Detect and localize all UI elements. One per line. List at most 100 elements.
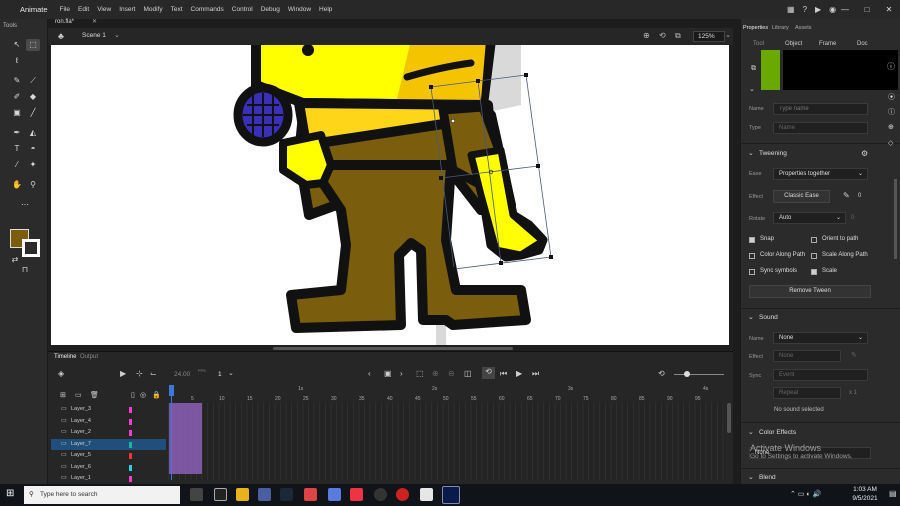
stage-canvas[interactable] [51,45,729,345]
play-icon[interactable]: ▶ [516,369,522,378]
panel-icon[interactable]: ⓘ [888,107,895,117]
sound-sync-select[interactable]: Event [773,369,868,381]
tweening-collapse-icon[interactable]: ⌄ [748,149,754,157]
tab-properties[interactable]: Properties [743,25,768,31]
effect-amount[interactable]: 0 [858,193,861,199]
sound-repeat-count[interactable]: x 1 [849,390,857,396]
checkbox[interactable] [811,237,817,243]
text-tool-icon[interactable]: T [10,143,24,155]
playhead[interactable] [169,385,174,480]
checkbox[interactable] [749,269,755,275]
remove-tween-button[interactable]: Remove Tween [749,285,871,298]
taskbar-search[interactable]: ⚲ Type here to search [24,486,180,504]
ease-select[interactable]: Properties together ⌄ [773,168,868,180]
eyedropper-tool-icon[interactable]: ⁄ [10,159,24,171]
chevron-down-icon[interactable]: ⌄ [749,85,755,93]
app-icon[interactable] [214,488,227,501]
store-icon[interactable] [420,488,433,501]
delete-layer-icon[interactable]: 🗑 [90,391,99,399]
layer-row[interactable]: ▭ Layer_6 [51,462,166,473]
help-icon[interactable]: ? [803,5,807,14]
close-tab-icon[interactable]: ✕ [92,18,97,25]
layer-color-chip[interactable] [129,464,132,471]
subselection-tool-icon[interactable]: ⬚ [26,39,40,51]
layer-row[interactable]: ▭ Layer_4 [51,416,166,427]
checkbox[interactable] [749,237,755,243]
more-tools-icon[interactable]: ⋯ [18,199,32,211]
color-effects-collapse-icon[interactable]: ⌄ [748,428,754,436]
test-movie-icon[interactable]: ▶ [815,5,821,14]
layer-row[interactable]: ▭ Layer_2 [51,427,166,438]
step-back-icon[interactable]: ⏮ [500,369,507,379]
zoom-tool-icon[interactable]: ⚲ [26,179,40,191]
menu-control[interactable]: Control [228,6,257,13]
camera-icon[interactable]: ▶ [120,369,126,378]
switcher-icon[interactable]: ▦ [787,5,795,14]
menu-window[interactable]: Window [284,6,315,13]
pencil-tool-icon[interactable]: ✎ [10,75,24,87]
rectangle-tool-icon[interactable]: ▣ [10,107,24,119]
visibility-toggle-icon[interactable]: ◎ [140,391,146,399]
bucket-tool-icon[interactable]: ◭ [26,127,40,139]
panel-icon[interactable]: ⦿ [888,92,895,102]
label-type-select[interactable]: Name [773,122,868,134]
snap-icon[interactable]: ⊕ [643,31,650,40]
properties-scrollbar[interactable] [894,179,897,259]
tab-output[interactable]: Output [80,354,98,360]
current-frame[interactable]: 1 [218,371,222,378]
task-view-icon[interactable] [190,488,203,501]
sound-name-select[interactable]: None ⌄ [773,332,868,344]
layer-color-chip[interactable] [129,407,132,413]
zoom-slider-handle[interactable] [684,371,690,377]
info-icon[interactable]: ⓘ [887,61,895,72]
layer-color-chip[interactable] [129,441,132,448]
sound-effect-select[interactable]: None [773,350,841,362]
close-button[interactable]: ✕ [878,5,900,14]
pin-tool-icon[interactable]: ✦ [26,159,40,171]
document-tab[interactable]: ron.fla* [55,19,74,25]
animate-taskbar-icon[interactable] [442,486,460,504]
minimize-button[interactable]: — [834,5,856,14]
system-tray-icons[interactable]: ⌃ ▭ ◐ 🔊 [790,490,821,498]
clock-time[interactable]: 1:03 AM [845,486,885,493]
sound-repeat-select[interactable]: Repeat [773,387,841,399]
tab-library[interactable]: Library [772,25,789,31]
app-icon[interactable] [258,488,271,501]
layer-color-chip[interactable] [129,453,132,459]
menu-view[interactable]: View [93,6,115,13]
selection-tool-icon[interactable]: ↖ [10,39,24,51]
layer-row[interactable]: ▭ Layer_1 [51,473,166,484]
effect-button[interactable]: Classic Ease [773,190,830,203]
file-explorer-icon[interactable] [236,488,249,501]
notification-icon[interactable]: ▤ [889,489,897,498]
tab-timeline[interactable]: Timeline [54,354,76,360]
layer-row[interactable]: ▭ Layer_5 [51,450,166,461]
frame-dropdown-icon[interactable]: ⌄ [228,369,234,377]
line-tool-icon[interactable]: ╱ [26,107,40,119]
fps-value[interactable]: 24.00 [174,371,190,378]
chevron-down-icon[interactable]: ⌄ [114,31,120,39]
app-icon[interactable] [350,488,363,501]
timeline-vertical-scrollbar[interactable] [727,403,731,433]
outline-toggle-icon[interactable]: ▯ [131,391,135,399]
menu-file[interactable]: File [56,6,74,13]
app-icon[interactable] [304,488,317,501]
menu-text[interactable]: Text [167,6,187,13]
checkbox[interactable] [811,253,817,259]
menu-debug[interactable]: Debug [257,6,284,13]
maximize-button[interactable]: □ [856,5,878,14]
zoom-dropdown-icon[interactable]: ⌄ [725,31,731,39]
edit-ease-icon[interactable]: ✎ [843,191,850,200]
menu-insert[interactable]: Insert [115,6,139,13]
prev-keyframe-icon[interactable]: ‹ [368,369,371,378]
panel-icon[interactable]: ⊕ [888,123,894,131]
insert-blank-icon[interactable]: ⬚ [416,369,424,378]
menu-edit[interactable]: Edit [74,6,93,13]
clock-date[interactable]: 9/5/2021 [845,495,885,502]
step-forward-icon[interactable]: ⏭ [532,369,539,379]
graph-icon[interactable]: ⌙ [150,369,157,378]
loop-icon[interactable]: ⟲ [482,367,495,379]
zoom-field[interactable]: 125% [693,31,725,42]
frames-grid[interactable] [168,403,725,480]
sound-collapse-icon[interactable]: ⌄ [748,313,754,321]
